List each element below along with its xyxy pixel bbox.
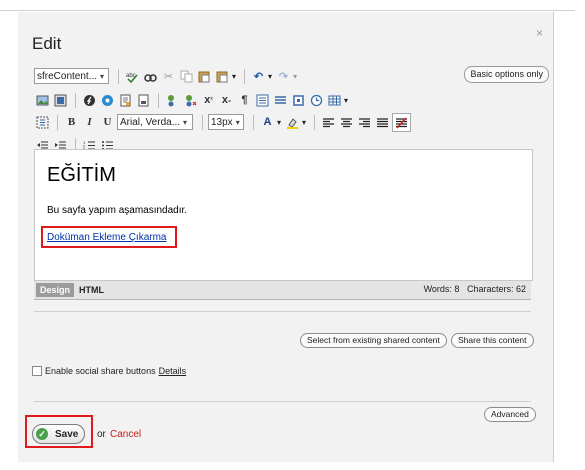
highlight-icon[interactable]	[284, 114, 301, 131]
social-share-checkbox[interactable]	[32, 366, 42, 376]
flash-icon[interactable]	[81, 92, 98, 109]
paste-icon[interactable]	[196, 68, 213, 85]
content-paragraph: Bu sayfa yapım aşamasındadır.	[47, 205, 188, 216]
toolbar-separator	[57, 114, 58, 130]
social-share-option: Enable social share buttons Details	[32, 366, 186, 376]
bold-icon[interactable]: B	[63, 114, 80, 131]
page-top-divider	[0, 10, 575, 11]
spellcheck-icon[interactable]: abc	[124, 68, 141, 85]
save-button[interactable]: ✓ Save	[32, 424, 86, 444]
tab-html[interactable]: HTML	[79, 283, 104, 297]
chevron-down-icon[interactable]: ▾	[293, 72, 297, 81]
save-button-label: Save	[55, 428, 79, 440]
template-icon[interactable]	[135, 92, 152, 109]
redo-icon[interactable]: ↷	[275, 68, 292, 85]
word-character-count: Words: 8 Characters: 62	[424, 284, 526, 294]
or-text: or	[97, 429, 106, 440]
toolbar-separator	[244, 68, 246, 84]
unlink-icon[interactable]	[182, 92, 199, 109]
tab-design[interactable]: Design	[36, 283, 75, 297]
content-editor[interactable]: EĞİTİM Bu sayfa yapım aşamasındadır. Dok…	[34, 149, 533, 281]
chevron-down-icon[interactable]: ▾	[268, 72, 272, 81]
chevron-down-icon[interactable]: ▾	[232, 72, 236, 81]
chevron-down-icon[interactable]: ▾	[344, 96, 348, 105]
chevron-down-icon[interactable]: ▾	[302, 118, 306, 127]
font-size-select[interactable]: 13px ▾	[208, 114, 244, 130]
editor-mode-bar: Design HTML Words: 8 Characters: 62	[34, 281, 531, 300]
subscript-icon[interactable]: x₂	[218, 92, 235, 109]
clear-format-icon[interactable]	[392, 112, 412, 132]
toolbar-separator	[202, 114, 203, 130]
find-icon[interactable]	[142, 68, 159, 85]
clock-icon[interactable]	[308, 92, 325, 109]
link-icon[interactable]	[164, 92, 181, 109]
justify-full-icon[interactable]	[374, 114, 391, 131]
select-shared-content-button[interactable]: Select from existing shared content	[300, 333, 447, 348]
toolbar-separator	[118, 68, 119, 84]
dialog-title: Edit	[32, 34, 62, 53]
format-select[interactable]: sfreContent... ▾	[34, 68, 109, 84]
edit-dialog: Edit × sfreContent... ▾ abc ✂ ▾ ↶ ▾ ↷ ▾ …	[18, 12, 554, 462]
toolbar-row-1: sfreContent... ▾ abc ✂ ▾ ↶ ▾ ↷ ▾	[34, 66, 297, 86]
align-left-block-icon[interactable]	[254, 92, 271, 109]
superscript-icon[interactable]: x²	[200, 92, 217, 109]
footer-divider	[34, 401, 531, 402]
underline-icon[interactable]: U	[99, 114, 116, 131]
anchor-icon[interactable]	[290, 92, 307, 109]
align-center-block-icon[interactable]	[272, 92, 289, 109]
toolbar-separator	[314, 114, 316, 130]
paste-special-icon[interactable]	[214, 68, 231, 85]
advanced-button[interactable]: Advanced	[484, 407, 536, 422]
undo-icon[interactable]: ↶	[250, 68, 267, 85]
cut-icon[interactable]: ✂	[160, 68, 177, 85]
table-icon[interactable]	[326, 92, 343, 109]
italic-icon[interactable]: I	[81, 114, 98, 131]
copy-icon[interactable]	[178, 68, 195, 85]
section-divider	[34, 311, 531, 312]
font-size-select-value: 13px	[211, 116, 233, 128]
media-icon[interactable]	[99, 92, 116, 109]
chevron-down-icon[interactable]: ▾	[277, 118, 281, 127]
toolbar-row-3: B I U Arial, Verda... ▾ 13px ▾ A ▾ ▾	[34, 112, 412, 132]
toolbar-separator	[253, 114, 254, 130]
gallery-icon[interactable]	[52, 92, 69, 109]
content-heading: EĞİTİM	[47, 164, 116, 186]
font-color-icon[interactable]: A	[259, 114, 276, 131]
toolbar-row-2: x² x₂ ¶ ▾	[34, 90, 348, 110]
format-select-value: sfreContent...	[37, 70, 98, 82]
character-count: Characters: 62	[466, 284, 526, 294]
image-icon[interactable]	[34, 92, 51, 109]
justify-center-icon[interactable]	[338, 114, 355, 131]
justify-left-icon[interactable]	[320, 114, 337, 131]
font-family-select-value: Arial, Verda...	[120, 116, 181, 128]
social-share-label: Enable social share buttons	[45, 366, 156, 376]
cancel-link[interactable]: Cancel	[110, 429, 141, 440]
details-link[interactable]: Details	[159, 366, 187, 376]
chevron-down-icon: ▾	[100, 71, 105, 81]
content-link[interactable]: Doküman Ekleme Çıkarma	[47, 232, 166, 243]
chevron-down-icon: ▾	[235, 117, 240, 127]
toolbar-separator	[75, 92, 76, 108]
chevron-down-icon: ▾	[183, 117, 188, 127]
check-icon: ✓	[36, 428, 48, 440]
paragraph-icon[interactable]: ¶	[236, 92, 253, 109]
select-all-icon[interactable]	[34, 114, 51, 131]
word-count: Words: 8	[423, 284, 460, 294]
toolbar-separator	[158, 92, 159, 108]
document-icon[interactable]	[117, 92, 134, 109]
close-icon[interactable]: ×	[536, 26, 543, 40]
justify-right-icon[interactable]	[356, 114, 373, 131]
share-content-button[interactable]: Share this content	[451, 333, 534, 348]
font-family-select[interactable]: Arial, Verda... ▾	[117, 114, 193, 130]
basic-options-button[interactable]: Basic options only	[464, 66, 549, 83]
